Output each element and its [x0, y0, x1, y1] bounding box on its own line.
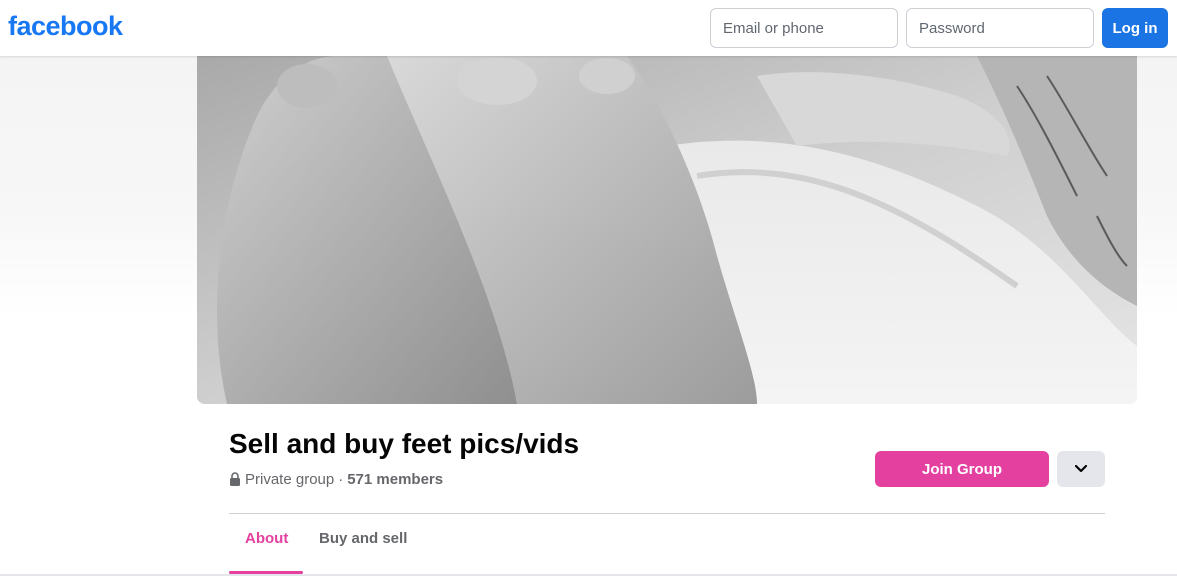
- header-divider: [229, 513, 1105, 514]
- lock-icon: [230, 472, 240, 486]
- chevron-down-icon: [1075, 465, 1087, 473]
- privacy-label: Private group: [245, 470, 335, 488]
- member-count[interactable]: 571 members: [347, 471, 443, 488]
- join-group-button[interactable]: Join Group: [875, 451, 1049, 487]
- facebook-logo[interactable]: facebook: [8, 11, 123, 42]
- top-navigation-bar: facebook Log in: [0, 0, 1177, 56]
- more-options-button[interactable]: [1057, 451, 1105, 487]
- cover-photo: [197, 56, 1137, 404]
- group-title[interactable]: Sell and buy feet pics/vids: [229, 428, 579, 460]
- group-meta: Private group · 571 members: [229, 470, 443, 488]
- tab-buy-and-sell[interactable]: Buy and sell: [319, 530, 407, 560]
- meta-separator: ·: [338, 470, 344, 488]
- password-field[interactable]: [906, 8, 1094, 48]
- tab-about[interactable]: About: [245, 530, 288, 560]
- email-field[interactable]: [710, 8, 898, 48]
- login-button[interactable]: Log in: [1102, 8, 1168, 48]
